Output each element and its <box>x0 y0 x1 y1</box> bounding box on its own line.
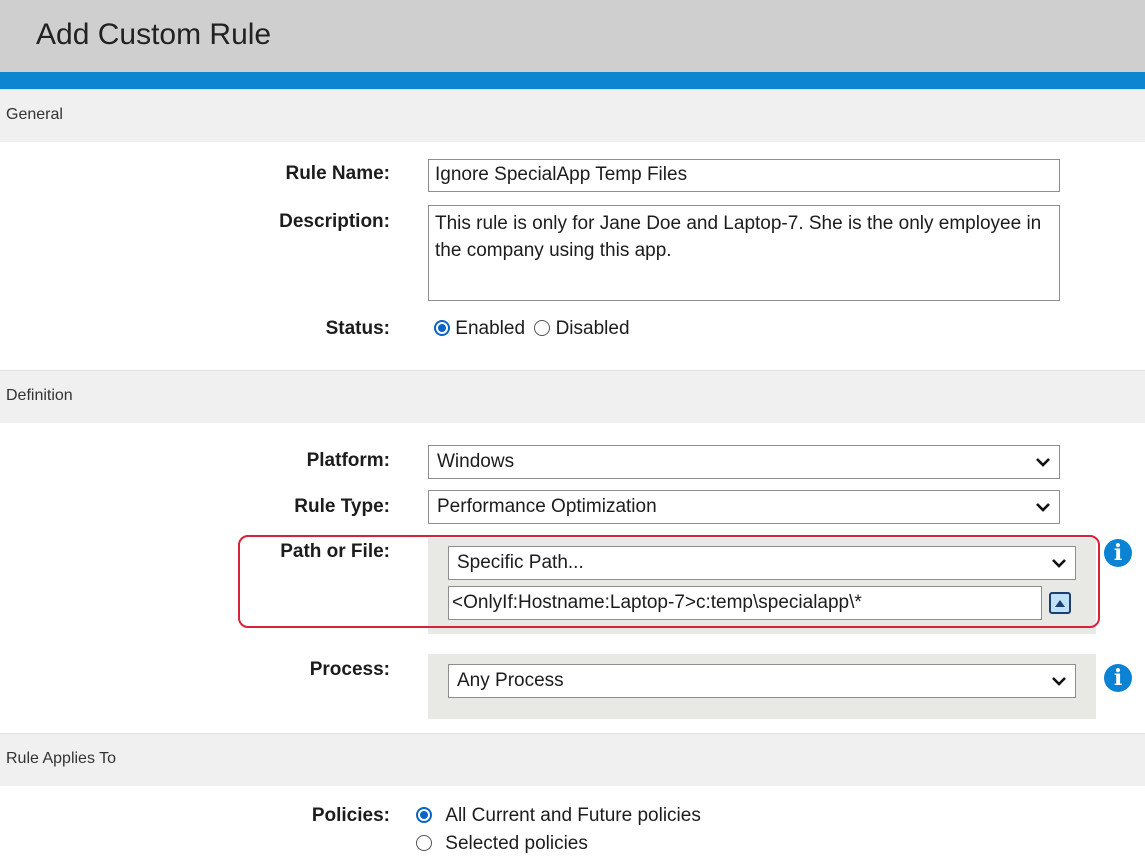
platform-select[interactable]: Windows <box>428 445 1060 479</box>
status-disabled-label[interactable]: Disabled <box>556 318 630 339</box>
path-type-select[interactable]: Specific Path... <box>448 546 1076 580</box>
section-title: Rule Applies To <box>6 750 116 767</box>
section-header-rule-applies-to: Rule Applies To <box>0 733 1145 786</box>
policy-selected-radio[interactable] <box>416 835 432 851</box>
path-type-value: Specific Path... <box>457 552 584 573</box>
process-select[interactable]: Any Process <box>448 664 1076 698</box>
chevron-down-icon <box>1036 503 1050 512</box>
process-value: Any Process <box>457 670 564 691</box>
section-title: General <box>6 106 63 123</box>
chevron-down-icon <box>1052 559 1066 568</box>
rule-name-label: Rule Name: <box>285 163 390 184</box>
status-enabled-label[interactable]: Enabled <box>455 318 525 339</box>
status-radio-group: Enabled Disabled <box>434 318 630 340</box>
platform-value: Windows <box>437 451 515 472</box>
status-label: Status: <box>325 318 390 339</box>
expand-up-icon[interactable] <box>1049 592 1071 614</box>
policy-all-row: All Current and Future policies <box>416 805 701 827</box>
section-header-general: General <box>0 89 1145 142</box>
rule-type-label: Rule Type: <box>294 496 390 517</box>
description-textarea[interactable]: This rule is only for Jane Doe and Lapto… <box>428 205 1060 301</box>
info-icon[interactable]: i <box>1104 664 1132 692</box>
rule-type-select[interactable]: Performance Optimization <box>428 490 1060 524</box>
title-bar: Add Custom Rule <box>0 0 1145 72</box>
process-label: Process: <box>309 659 390 680</box>
rule-type-value: Performance Optimization <box>437 496 657 517</box>
status-disabled-radio[interactable] <box>534 320 551 336</box>
accent-bar <box>0 72 1145 89</box>
description-label: Description: <box>279 211 390 232</box>
policies-label: Policies: <box>311 805 390 826</box>
chevron-down-icon <box>1052 677 1066 686</box>
page-title: Add Custom Rule <box>36 18 272 51</box>
path-input[interactable]: <OnlyIf:Hostname:Laptop-7>c:temp\special… <box>448 586 1042 620</box>
chevron-down-icon <box>1036 458 1050 467</box>
path-or-file-label: Path or File: <box>280 541 390 562</box>
info-icon[interactable]: i <box>1104 539 1132 567</box>
policy-selected-row: Selected policies <box>416 833 588 855</box>
section-header-definition: Definition <box>0 370 1145 423</box>
status-enabled-radio[interactable] <box>434 320 450 336</box>
platform-label: Platform: <box>306 450 390 471</box>
policy-selected-label[interactable]: Selected policies <box>445 833 588 854</box>
rule-name-input[interactable]: Ignore SpecialApp Temp Files <box>428 159 1060 192</box>
policy-all-label[interactable]: All Current and Future policies <box>445 805 701 826</box>
section-title: Definition <box>6 387 73 404</box>
policy-all-radio[interactable] <box>416 807 432 823</box>
